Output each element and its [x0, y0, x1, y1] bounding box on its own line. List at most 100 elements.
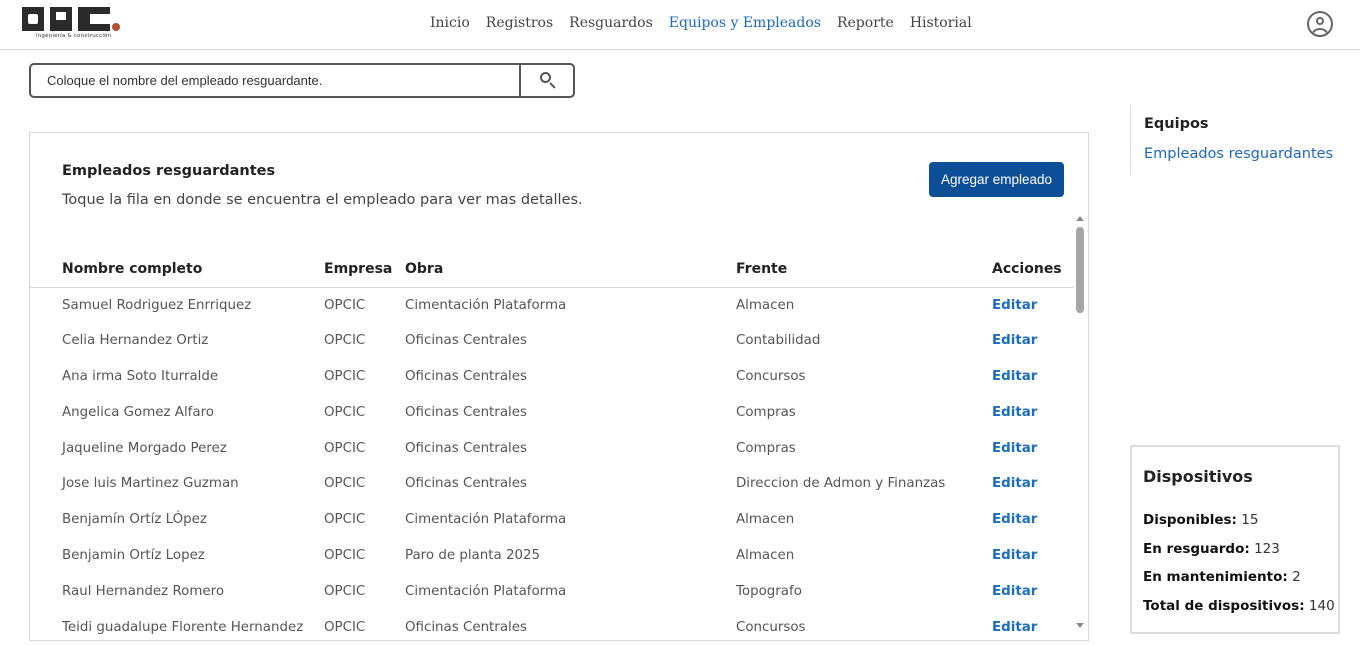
- table-row[interactable]: Angelica Gomez Alfaro OPCIC Oficinas Centr…: [30, 394, 1074, 430]
- logo-dot: [112, 23, 120, 31]
- cell-empresa: OPCIC: [324, 297, 366, 313]
- col-obra: Obra: [405, 251, 736, 288]
- cell-frente: Direccion de Admon y Finanzas: [736, 476, 946, 492]
- stat-value: 2: [1292, 569, 1301, 585]
- opc-logo[interactable]: ingeniería & construcción: [22, 7, 122, 43]
- table-row[interactable]: Ana irma Soto Iturralde OPCIC Oficinas Cen…: [30, 359, 1074, 395]
- user-icon-body: [1312, 28, 1328, 35]
- edit-link[interactable]: Editar: [992, 466, 1074, 502]
- cell-frente: Concursos: [736, 368, 806, 384]
- stat-label: Disponibles:: [1143, 512, 1237, 528]
- nav-reporte[interactable]: Reporte: [837, 15, 894, 31]
- nav-historial[interactable]: Historial: [910, 15, 972, 31]
- table-row[interactable]: Benjamín Ortíz LÓpez OPCIC Cimentación Pla…: [30, 502, 1074, 538]
- cell-empresa: OPCIC: [324, 547, 366, 563]
- cell-nombre: Jose luis Martinez Guzman: [62, 476, 239, 492]
- cell-nombre: Jaqueline Morgado Perez: [62, 440, 227, 456]
- nav-inicio[interactable]: Inicio: [430, 15, 470, 31]
- edit-link[interactable]: Editar: [992, 359, 1074, 395]
- top-navbar: ingeniería & construcción Inicio Registr…: [0, 0, 1360, 50]
- logo-letter-c: [78, 7, 110, 31]
- edit-link[interactable]: Editar: [992, 609, 1074, 641]
- cell-obra: Oficinas Centrales: [405, 333, 527, 349]
- stat-en-resguardo: En resguardo: 123: [1143, 541, 1280, 557]
- scroll-up-arrow[interactable]: [1076, 216, 1084, 221]
- col-frente: Frente: [736, 251, 992, 288]
- card-subtitle: Toque la fila en donde se encuentra el e…: [62, 192, 583, 208]
- search-icon-handle: [549, 82, 556, 89]
- edit-link[interactable]: Editar: [992, 573, 1074, 609]
- devices-title: Dispositivos: [1143, 467, 1253, 486]
- cell-nombre: Raul Hernandez Romero: [62, 583, 225, 599]
- cell-empresa: OPCIC: [324, 404, 366, 420]
- table-row[interactable]: Benjamin Ortíz Lopez OPCIC Paro de planta …: [30, 538, 1074, 574]
- nav-equipos-empleados[interactable]: Equipos y Empleados: [669, 15, 821, 31]
- cell-frente: Compras: [736, 404, 796, 420]
- section-nav-equipos[interactable]: Equipos: [1144, 116, 1209, 132]
- table-row[interactable]: Jose luis Martinez Guzman OPCIC Oficinas C…: [30, 466, 1074, 502]
- cell-frente: Almacen: [736, 297, 795, 313]
- card-title: Empleados resguardantes: [62, 163, 276, 179]
- edit-link[interactable]: Editar: [992, 502, 1074, 538]
- stat-value: 140: [1308, 598, 1335, 614]
- user-circle-icon[interactable]: [1307, 11, 1333, 37]
- logo-letter-p: [50, 7, 72, 31]
- cell-frente: Topografo: [736, 583, 802, 599]
- stat-total: Total de dispositivos: 140: [1143, 598, 1335, 614]
- cell-frente: Almacen: [736, 512, 795, 528]
- table-row[interactable]: Raul Hernandez Romero OPCIC Cimentación Pl…: [30, 573, 1074, 609]
- cell-empresa: OPCIC: [324, 333, 366, 349]
- edit-link[interactable]: Editar: [992, 323, 1074, 359]
- cell-obra: Cimentación Plataforma: [405, 583, 567, 599]
- stat-en-mantenimiento: En mantenimiento: 2: [1143, 569, 1301, 585]
- table-body: Samuel Rodriguez Enrriquez OPCIC Cimentaci…: [30, 287, 1074, 641]
- search-input[interactable]: [31, 65, 519, 96]
- add-employee-button[interactable]: Agregar empleado: [929, 162, 1064, 197]
- cell-obra: Paro de planta 2025: [405, 547, 541, 563]
- table-row[interactable]: Samuel Rodriguez Enrriquez OPCIC Cimentaci…: [30, 287, 1074, 323]
- edit-link[interactable]: Editar: [992, 394, 1074, 430]
- employees-card: Empleados resguardantes Toque la fila en…: [29, 132, 1089, 641]
- user-icon-head: [1316, 17, 1324, 25]
- nav-registros[interactable]: Registros: [486, 15, 553, 31]
- cell-obra: Oficinas Centrales: [405, 368, 527, 384]
- stat-value: 123: [1254, 541, 1280, 557]
- nav-resguardos[interactable]: Resguardos: [569, 15, 653, 31]
- cell-nombre: Benjamín Ortíz LÓpez: [62, 512, 207, 528]
- cell-obra: Cimentación Plataforma: [405, 297, 567, 313]
- devices-summary: Dispositivos Disponibles: 15 En resguard…: [1130, 445, 1340, 634]
- scroll-down-arrow[interactable]: [1076, 623, 1084, 628]
- table-row[interactable]: Celia Hernandez Ortiz OPCIC Oficinas Centr…: [30, 323, 1074, 359]
- edit-link[interactable]: Editar: [992, 538, 1074, 574]
- cell-obra: Oficinas Centrales: [405, 404, 527, 420]
- cell-empresa: OPCIC: [324, 583, 366, 599]
- cell-frente: Compras: [736, 440, 796, 456]
- edit-link[interactable]: Editar: [992, 287, 1074, 323]
- cell-empresa: OPCIC: [324, 368, 366, 384]
- search-icon: [540, 72, 551, 83]
- stat-label: En mantenimiento:: [1143, 569, 1288, 585]
- cell-nombre: Benjamin Ortíz Lopez: [62, 547, 205, 563]
- stat-value: 15: [1241, 512, 1259, 528]
- search-button[interactable]: [519, 65, 573, 96]
- logo-letter-o: [22, 7, 44, 31]
- stat-label: En resguardo:: [1143, 541, 1250, 557]
- cell-obra: Cimentación Plataforma: [405, 512, 567, 528]
- cell-nombre: Ana irma Soto Iturralde: [62, 368, 219, 384]
- table-row[interactable]: Jaqueline Morgado Perez OPCIC Oficinas Cen…: [30, 430, 1074, 466]
- cell-obra: Oficinas Centrales: [405, 440, 527, 456]
- edit-link[interactable]: Editar: [992, 430, 1074, 466]
- cell-obra: Oficinas Centrales: [405, 619, 527, 635]
- table-scrollbar-thumb[interactable]: [1076, 227, 1084, 313]
- employees-table-wrap[interactable]: Nombre completo Empresa Obra Frente Acci…: [30, 251, 1074, 641]
- table-row[interactable]: Teidi guadalupe Florente Hernandez OPCIC O…: [30, 609, 1074, 641]
- cell-nombre: Samuel Rodriguez Enrriquez: [62, 297, 252, 313]
- section-nav-empleados[interactable]: Empleados resguardantes: [1144, 146, 1333, 162]
- table-header-row: Nombre completo Empresa Obra Frente Acci…: [30, 251, 1074, 288]
- cell-empresa: OPCIC: [324, 512, 366, 528]
- section-nav: Equipos Empleados resguardantes: [1130, 105, 1333, 175]
- col-empresa: Empresa: [324, 251, 405, 288]
- cell-frente: Almacen: [736, 547, 795, 563]
- cell-obra: Oficinas Centrales: [405, 476, 527, 492]
- cell-nombre: Teidi guadalupe Florente Hernandez: [62, 619, 304, 635]
